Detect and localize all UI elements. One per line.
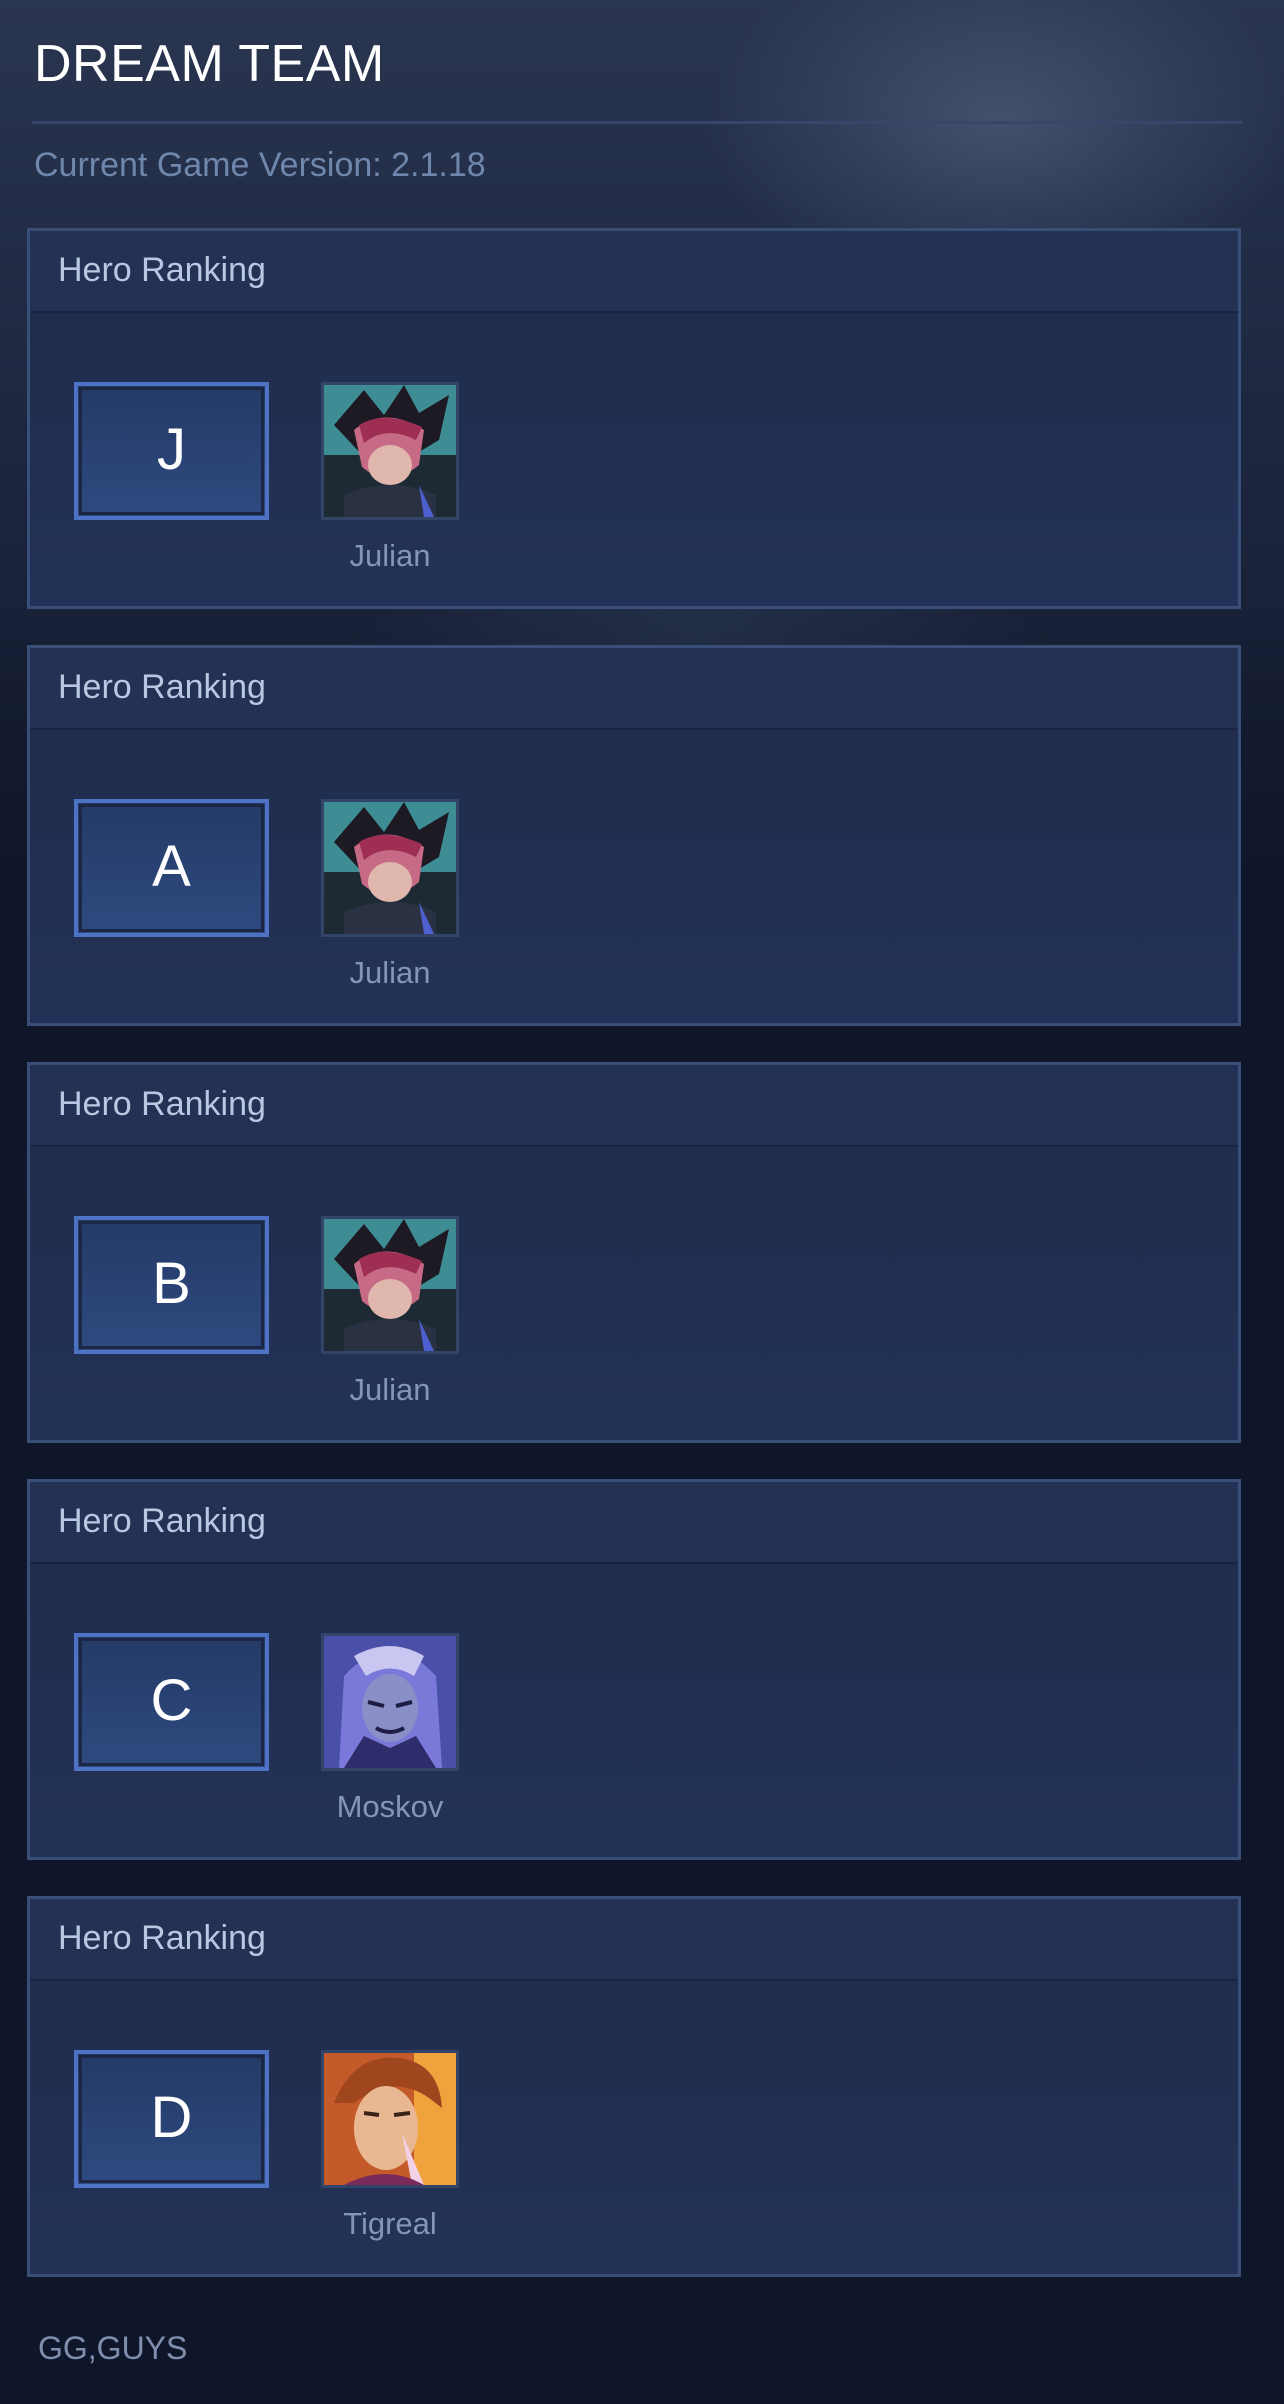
tier-badge-d[interactable]: D [74,2050,269,2188]
panel-header: Hero Ranking [30,1482,1238,1564]
page: DREAM TEAM Current Game Version: 2.1.18 … [0,0,1284,2404]
moskov-portrait-icon [321,1633,459,1771]
hero-card-julian[interactable]: Julian [321,799,459,991]
ranking-list: Hero Ranking J Julian Hero Ranking A Jul… [27,228,1241,2313]
julian-portrait-icon [321,382,459,520]
hero-name: Tigreal [343,2206,437,2241]
panel-header: Hero Ranking [30,1065,1238,1147]
app-title: DREAM TEAM [34,35,385,93]
ranking-panel: Hero Ranking A Julian [27,645,1241,1026]
hero-name: Julian [349,955,431,990]
panel-body: D Tigreal [30,1981,1238,2274]
ranking-panel: Hero Ranking B Julian [27,1062,1241,1443]
tier-badge-c[interactable]: C [74,1633,269,1771]
title-divider [32,121,1242,124]
hero-name: Moskov [336,1789,444,1824]
footer-text: GG,GUYS [38,2330,188,2366]
julian-portrait-icon [321,1216,459,1354]
tigreal-portrait-icon [321,2050,459,2188]
panel-header: Hero Ranking [30,648,1238,730]
tier-badge-b[interactable]: B [74,1216,269,1354]
hero-name: Julian [349,538,431,573]
julian-portrait-icon [321,799,459,937]
panel-body: B Julian [30,1147,1238,1440]
tier-badge-a[interactable]: A [74,799,269,937]
panel-header: Hero Ranking [30,1899,1238,1981]
ranking-panel: Hero Ranking C Moskov [27,1479,1241,1860]
game-version: Current Game Version: 2.1.18 [34,146,486,184]
panel-body: A Julian [30,730,1238,1023]
hero-card-julian[interactable]: Julian [321,382,459,574]
panel-body: C Moskov [30,1564,1238,1857]
hero-card-moskov[interactable]: Moskov [321,1633,459,1825]
tier-badge-j[interactable]: J [74,382,269,520]
panel-header: Hero Ranking [30,231,1238,313]
ranking-panel: Hero Ranking D Tigreal [27,1896,1241,2277]
panel-body: J Julian [30,313,1238,606]
ranking-panel: Hero Ranking J Julian [27,228,1241,609]
hero-card-tigreal[interactable]: Tigreal [321,2050,459,2242]
hero-name: Julian [349,1372,431,1407]
hero-card-julian[interactable]: Julian [321,1216,459,1408]
